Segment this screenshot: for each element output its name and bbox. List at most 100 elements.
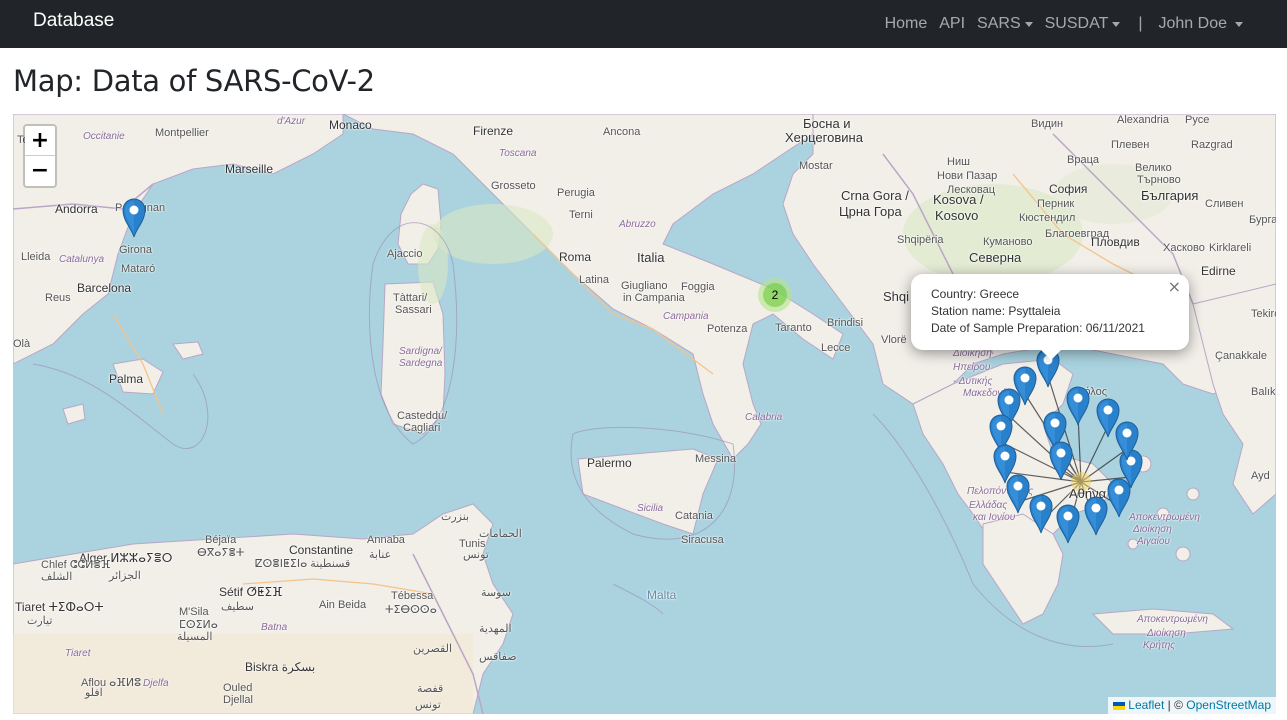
- map-place-label: Çanakkale: [1215, 350, 1267, 362]
- map-place-label: Béjaïa: [205, 534, 237, 546]
- map-place-label: Црна Гора: [839, 204, 902, 219]
- top-navbar: Database Home API SARS SUSDAT | John Doe: [0, 0, 1287, 48]
- map-marker-pin-icon[interactable]: [1095, 397, 1121, 438]
- map-place-label: Sétif ⵚⵟⵉⴼ: [219, 585, 283, 599]
- map-place-label: سوسة: [481, 587, 512, 599]
- nav-menu: Home API SARS SUSDAT | John Doe: [879, 0, 1249, 48]
- map-place-label: Tébessa: [391, 590, 434, 602]
- map-place-label: Perugia: [557, 187, 595, 199]
- map-place-label: Mataró: [121, 263, 156, 275]
- map-place-label: Djelfa: [143, 678, 169, 689]
- map-place-label: Calabria: [745, 412, 783, 423]
- user-dropdown[interactable]: John Doe: [1153, 15, 1250, 33]
- zoom-out-button[interactable]: −: [25, 156, 55, 186]
- map-place-label: تونس: [463, 549, 489, 561]
- nav-api[interactable]: API: [933, 15, 971, 33]
- map-marker-pin-icon[interactable]: [1048, 440, 1074, 481]
- nav-api-label: API: [939, 15, 966, 32]
- nav-sars-dropdown[interactable]: SARS: [971, 15, 1039, 33]
- map-place-label: Плевен: [1111, 139, 1150, 151]
- map-place-label: Перник: [1037, 198, 1075, 210]
- map-place-label: Tekirdağ: [1251, 308, 1276, 320]
- map-place-label: ⵇⵙⴻⵏⵟⵉⵏⴰ قسنطينة: [255, 558, 351, 570]
- user-name: John Doe: [1158, 15, 1228, 32]
- map-place-label: Търново: [1137, 174, 1181, 186]
- map-place-label: Alexandria: [1117, 114, 1169, 126]
- map-marker-pin-icon[interactable]: [121, 197, 147, 238]
- map-place-label: Catalunya: [59, 254, 105, 265]
- map-place-label: Marseille: [225, 162, 274, 176]
- popup-station: Station name: Psyttaleia: [931, 304, 1061, 318]
- nav-sars-label: SARS: [977, 15, 1021, 32]
- nav-separator: |: [1138, 15, 1143, 32]
- map-place-label: افلو: [85, 687, 103, 699]
- map-place-label: Roma: [559, 250, 592, 264]
- map-place-label: Palma: [109, 372, 144, 386]
- brand-link[interactable]: Database: [33, 10, 114, 32]
- map-place-label: الجزائر: [109, 570, 141, 582]
- map-place-label: Sicilia: [637, 503, 664, 514]
- map-place-label: Бургас: [1249, 214, 1276, 226]
- map-place-label: Херцеговина: [785, 130, 863, 145]
- popup-close-button[interactable]: ×: [1168, 277, 1181, 296]
- map-place-label: عنابة: [369, 549, 392, 561]
- map-place-label: Vlorë: [881, 334, 907, 346]
- map-place-label: قفصة: [417, 683, 444, 695]
- popup-content: Country: Greece Station name: Psyttaleia…: [931, 286, 1145, 337]
- nav-home[interactable]: Home: [879, 15, 934, 33]
- map-place-label: Occitanie: [83, 131, 125, 142]
- map-place-label: Sassari: [395, 304, 432, 316]
- map-marker-pin-icon[interactable]: [1055, 503, 1081, 544]
- map-place-label: Toscana: [499, 148, 537, 159]
- zoom-in-button[interactable]: +: [25, 126, 55, 156]
- map-place-label: Foggia: [681, 281, 715, 293]
- map-place-label: Messina: [695, 453, 736, 465]
- attribution-separator: | ©: [1164, 698, 1187, 712]
- map-place-label: Terni: [569, 209, 593, 221]
- leaflet-link[interactable]: Leaflet: [1128, 698, 1164, 712]
- map-place-label: ⴱⴳⴰⵢⴻⵜ: [197, 547, 245, 559]
- map-place-label: Monaco: [329, 118, 372, 132]
- map-place-label: Kosovo: [935, 208, 979, 223]
- map-place-label: Catania: [675, 510, 713, 522]
- map-place-label: Нови Пазар: [937, 170, 998, 182]
- leaflet-map[interactable]: Monaco Firenze Ancona Marseille Montpellier O…: [13, 114, 1276, 714]
- map-place-label: Italia: [637, 250, 665, 265]
- map-place-label: Κρήτης: [1143, 640, 1176, 651]
- map-place-label: Ниш: [947, 156, 970, 168]
- map-place-label: Kirklareli: [1209, 242, 1252, 254]
- map-place-label: Constantine: [289, 543, 354, 557]
- map-place-label: Lleida: [21, 251, 51, 263]
- map-place-label: Casteddu/: [397, 410, 448, 422]
- map-place-label: Сливен: [1205, 198, 1244, 210]
- osm-link[interactable]: OpenStreetMap: [1186, 698, 1271, 712]
- marker-cluster[interactable]: 2: [758, 278, 792, 312]
- map-place-label: Edirne: [1201, 264, 1236, 278]
- map-place-label: Русе: [1185, 114, 1210, 126]
- map-place-label: Ayd: [1251, 470, 1270, 482]
- map-place-label: Пловдив: [1091, 235, 1140, 249]
- cluster-count: 2: [763, 283, 787, 307]
- map-place-label: Batna: [261, 622, 288, 633]
- map-place-label: Враца: [1067, 154, 1099, 166]
- map-place-label: Razgrad: [1191, 139, 1233, 151]
- nav-susdat-label: SUSDAT: [1044, 15, 1109, 32]
- map-place-label: Montpellier: [155, 127, 209, 139]
- map-place-label: Tiaret ⵜⵉⵀⴰⵔⵜ: [15, 600, 104, 614]
- map-place-label: Ηπείρου: [953, 362, 991, 373]
- map-place-label: Босна и: [803, 116, 851, 131]
- map-place-label: Sardegna: [399, 358, 443, 369]
- map-place-label: Grosseto: [491, 180, 536, 192]
- map-marker-pin-icon[interactable]: [1065, 385, 1091, 426]
- map-place-label: София: [1049, 182, 1088, 196]
- caret-down-icon: [1024, 22, 1033, 27]
- popup-date: Date of Sample Preparation: 06/11/2021: [931, 321, 1145, 335]
- map-place-label: تونس: [415, 699, 441, 711]
- nav-susdat-dropdown[interactable]: SUSDAT: [1039, 15, 1127, 33]
- marker-popup: × Country: Greece Station name: Psyttale…: [911, 274, 1189, 350]
- page-title: Map: Data of SARS-CoV-2: [13, 64, 375, 98]
- map-place-label: Αποκεντρωμένη: [1129, 512, 1200, 523]
- map-place-label: Cagliari: [403, 422, 441, 434]
- map-marker-pin-icon[interactable]: [1028, 493, 1054, 534]
- map-place-label: Firenze: [473, 124, 514, 138]
